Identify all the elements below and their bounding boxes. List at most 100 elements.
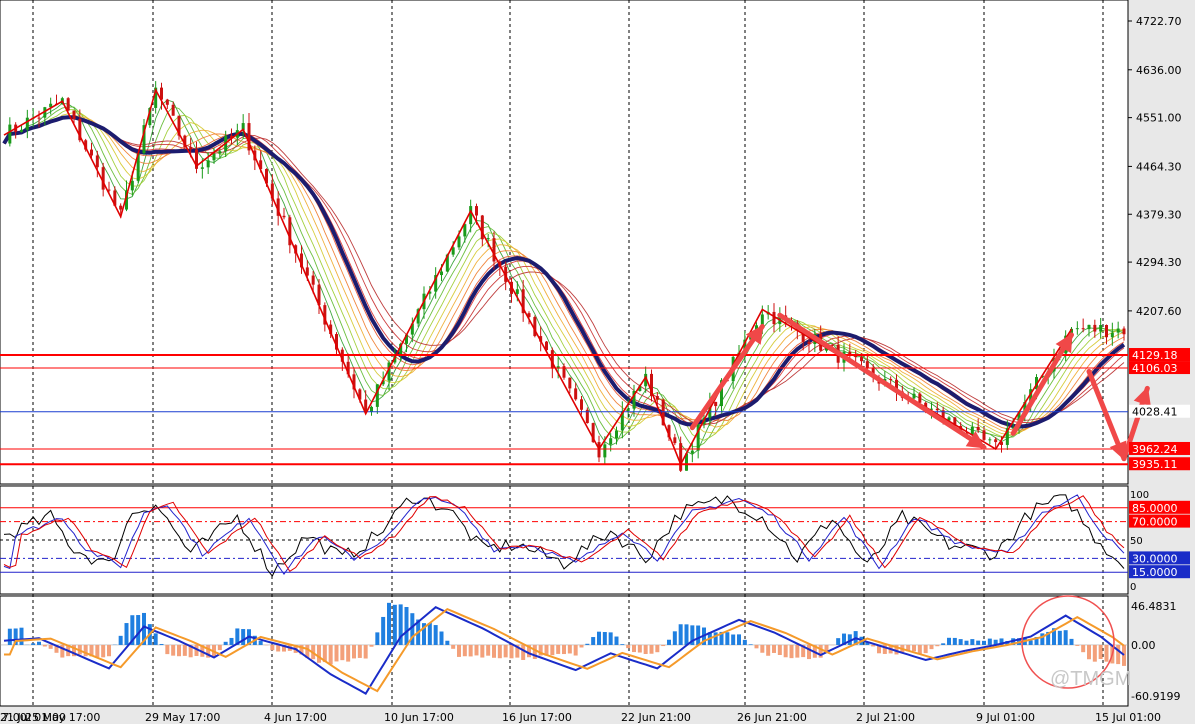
macd-histogram-bar xyxy=(620,644,624,645)
macd-histogram-bar xyxy=(679,624,683,645)
macd-histogram-bar xyxy=(329,645,333,664)
macd-histogram-bar xyxy=(317,645,321,663)
macd-histogram-bar xyxy=(125,623,129,645)
macd-histogram-bar xyxy=(638,645,642,653)
macd-histogram-bar xyxy=(615,637,619,645)
candle-body xyxy=(994,439,997,442)
macd-histogram-bar xyxy=(259,641,263,645)
macd-histogram-bar xyxy=(475,645,479,655)
candle-body xyxy=(493,238,496,261)
macd-histogram-bar xyxy=(725,632,729,645)
time-tick-10: 15 Jul 01:00 xyxy=(1095,711,1161,724)
macd-histogram-bar xyxy=(749,644,753,645)
macd-histogram-bar xyxy=(562,645,566,654)
candle-body xyxy=(26,118,29,130)
macd-histogram-bar xyxy=(8,629,12,645)
macd-histogram-bar xyxy=(912,645,916,651)
candle-body xyxy=(1076,328,1079,329)
price-tick-2: 4551.00 xyxy=(1136,112,1182,125)
candle-body xyxy=(131,181,134,191)
price-tick-0: 4722.70 xyxy=(1136,15,1182,28)
macd-histogram-bar xyxy=(1087,645,1091,659)
macd-histogram-bar xyxy=(836,638,840,645)
macd-histogram-bar xyxy=(440,632,444,645)
candle-body xyxy=(609,438,612,444)
macd-histogram-bar xyxy=(743,640,747,645)
macd-histogram-bar xyxy=(160,644,164,645)
candle-body xyxy=(475,206,478,215)
macd-histogram-bar xyxy=(585,644,589,645)
macd-histogram-bar xyxy=(20,628,24,645)
level-label-4: 3935.11 xyxy=(1132,458,1178,471)
candle-body xyxy=(691,451,694,454)
candle-body xyxy=(936,409,939,411)
macd-histogram-bar xyxy=(1122,645,1126,666)
macd-histogram-bar xyxy=(644,645,648,654)
macd-histogram-bar xyxy=(609,632,613,645)
macd-histogram-bar xyxy=(101,645,105,657)
candle-body xyxy=(1105,325,1108,337)
macd-histogram-bar xyxy=(918,645,922,654)
candle-body xyxy=(977,427,980,430)
stoch-level-label-0: 85.0000 xyxy=(1132,502,1178,515)
time-tick-2: 29 May 17:00 xyxy=(145,711,220,724)
macd-histogram-bar xyxy=(224,642,228,645)
macd-tick-2: -60.9199 xyxy=(1131,690,1180,703)
macd-histogram-bar xyxy=(434,625,438,645)
macd-histogram-bar xyxy=(760,645,764,653)
macd-histogram-bar xyxy=(982,641,986,645)
macd-histogram-bar xyxy=(1070,639,1074,645)
candle-body xyxy=(283,216,286,217)
candle-body xyxy=(580,399,583,409)
macd-histogram-bar xyxy=(784,645,788,657)
macd-histogram-bar xyxy=(393,605,397,645)
chart-canvas[interactable]: 100500 46.48310.00-60.9199 4722.704636.0… xyxy=(0,0,1195,724)
candle-body xyxy=(983,430,986,440)
macd-histogram-bar xyxy=(947,638,951,645)
macd-histogram-bar xyxy=(165,645,169,654)
macd-histogram-bar xyxy=(445,641,449,645)
macd-histogram-bar xyxy=(556,645,560,654)
price-tick-4: 4379.30 xyxy=(1136,208,1182,221)
time-tick-7: 26 Jun 21:00 xyxy=(737,711,807,724)
candle-body xyxy=(166,100,169,105)
macd-histogram-bar xyxy=(119,636,123,645)
macd-histogram-bar xyxy=(626,645,630,648)
macd-histogram-bar xyxy=(755,645,759,648)
macd-tick-1: 0.00 xyxy=(1131,639,1156,652)
candle-body xyxy=(440,272,443,276)
macd-histogram-bar xyxy=(941,643,945,645)
candle-body xyxy=(218,151,221,153)
candle-body xyxy=(1117,329,1120,333)
macd-histogram-bar xyxy=(580,645,584,648)
macd-histogram-bar xyxy=(381,617,385,645)
candle-body xyxy=(172,105,175,116)
candle-body xyxy=(679,443,682,471)
macd-histogram-bar xyxy=(230,638,234,645)
macd-histogram-bar xyxy=(498,645,502,658)
macd-histogram-bar xyxy=(1058,631,1062,645)
macd-histogram-bar xyxy=(696,626,700,645)
candle-body xyxy=(370,407,373,412)
macd-histogram-bar xyxy=(591,637,595,645)
macd-histogram-bar xyxy=(603,632,607,645)
macd-histogram-bar xyxy=(935,645,939,646)
macd-histogram-bar xyxy=(457,645,461,657)
macd-histogram-bar xyxy=(375,632,379,645)
watermark-logo: @TMGM xyxy=(1050,668,1131,691)
macd-histogram-bar xyxy=(521,645,525,660)
time-tick-8: 2 Jul 21:00 xyxy=(856,711,915,724)
macd-histogram-bar xyxy=(959,639,963,645)
candle-body xyxy=(603,444,606,457)
candle-body xyxy=(627,409,630,411)
candle-body xyxy=(714,402,717,406)
time-tick-5: 16 Jun 17:00 xyxy=(502,711,572,724)
macd-histogram-bar xyxy=(451,645,455,649)
macd-histogram-bar xyxy=(218,645,222,650)
macd-histogram-bar xyxy=(340,645,344,660)
candle-body xyxy=(866,361,869,368)
macd-histogram-bar xyxy=(1116,645,1120,664)
macd-histogram-bar xyxy=(772,645,776,653)
price-tick-6: 4207.60 xyxy=(1136,305,1182,318)
macd-histogram-bar xyxy=(346,645,350,662)
